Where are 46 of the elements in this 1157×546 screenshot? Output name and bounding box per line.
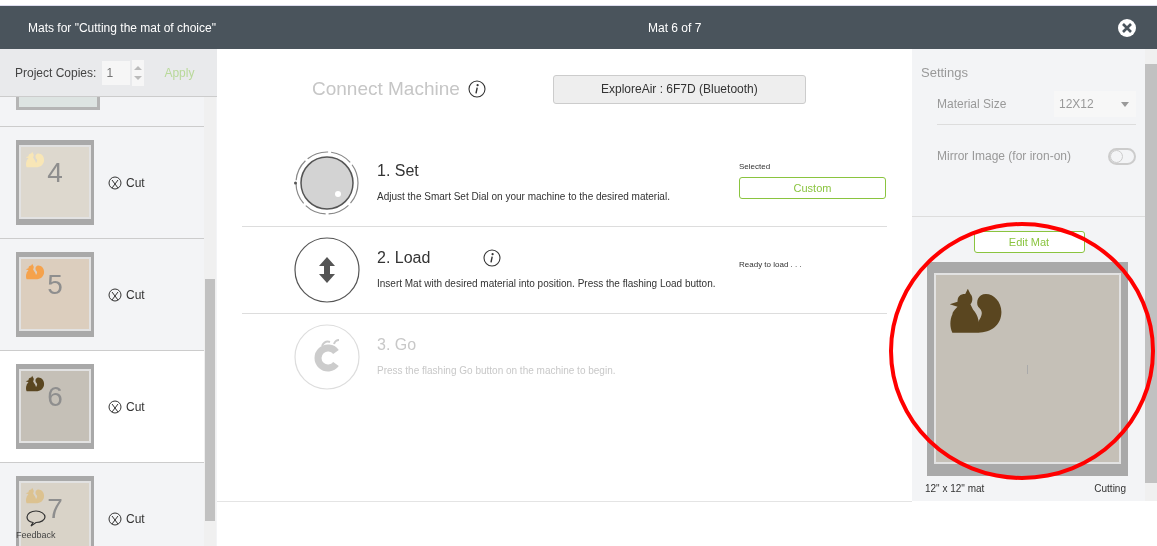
cut-label: Cut	[126, 287, 145, 302]
feedback-link[interactable]: Feedback	[16, 530, 56, 540]
mat-counter: Mat 6 of 7	[648, 20, 703, 35]
connect-heading: Connect Machine	[312, 78, 460, 100]
spinner-icon	[132, 59, 145, 86]
mat-number: 4	[47, 159, 63, 187]
step-title: 1. Set	[377, 161, 420, 180]
scissors-icon	[108, 175, 122, 190]
scrollbar[interactable]	[204, 97, 216, 546]
material-button[interactable]: Custom	[739, 176, 886, 199]
settings-title: Settings	[921, 65, 969, 80]
mat-thumbnail[interactable]: 4	[16, 140, 94, 225]
step-title: 2. Load	[377, 248, 432, 267]
mat-mode-caption: Cutting	[1094, 483, 1126, 494]
speech-bubble-icon	[25, 510, 46, 527]
mirror-image-label: Mirror Image (for iron-on)	[937, 149, 1072, 163]
edit-mat-button[interactable]: Edit Mat	[973, 231, 1085, 253]
close-icon	[1117, 17, 1137, 38]
caret-icon	[1121, 101, 1129, 107]
mat-thumbnail[interactable]: 5	[16, 252, 94, 337]
material-size-dropdown[interactable]: 12X12	[1054, 91, 1136, 117]
scrollbar[interactable]	[1145, 49, 1157, 501]
step-description: Insert Mat with desired material into position. Press the flashing Load button.	[377, 276, 717, 291]
step-status: Ready to load . . .	[739, 259, 803, 269]
cricut-c-icon	[294, 324, 360, 390]
info-icon	[467, 80, 486, 98]
project-copies-label: Project Copies:	[15, 65, 97, 80]
cut-label: Cut	[126, 399, 145, 414]
mat-number: 7	[47, 495, 63, 523]
material-size-label: Material Size	[937, 97, 1007, 111]
mirror-toggle[interactable]	[1108, 147, 1136, 165]
machine-button[interactable]: ExploreAir : 6F7D (Bluetooth)	[552, 74, 806, 104]
cut-label: Cut	[126, 511, 145, 526]
scissors-icon	[108, 399, 122, 414]
window-title: Mats for "Cutting the mat of choice"	[28, 20, 217, 35]
dial-icon	[294, 150, 360, 216]
cut-label: Cut	[126, 175, 145, 190]
scissors-icon	[108, 511, 122, 526]
mat-size-caption: 12" x 12" mat	[925, 483, 985, 494]
close-button[interactable]	[1117, 17, 1137, 38]
step-description: Adjust the Smart Set Dial on your machine to the desired material.	[377, 189, 671, 204]
scissors-icon	[108, 287, 122, 302]
mat-number: 5	[47, 271, 63, 299]
copies-field[interactable]: 1	[102, 60, 131, 85]
step-status: Selected	[739, 161, 772, 171]
mat-thumbnail[interactable]	[16, 97, 100, 110]
